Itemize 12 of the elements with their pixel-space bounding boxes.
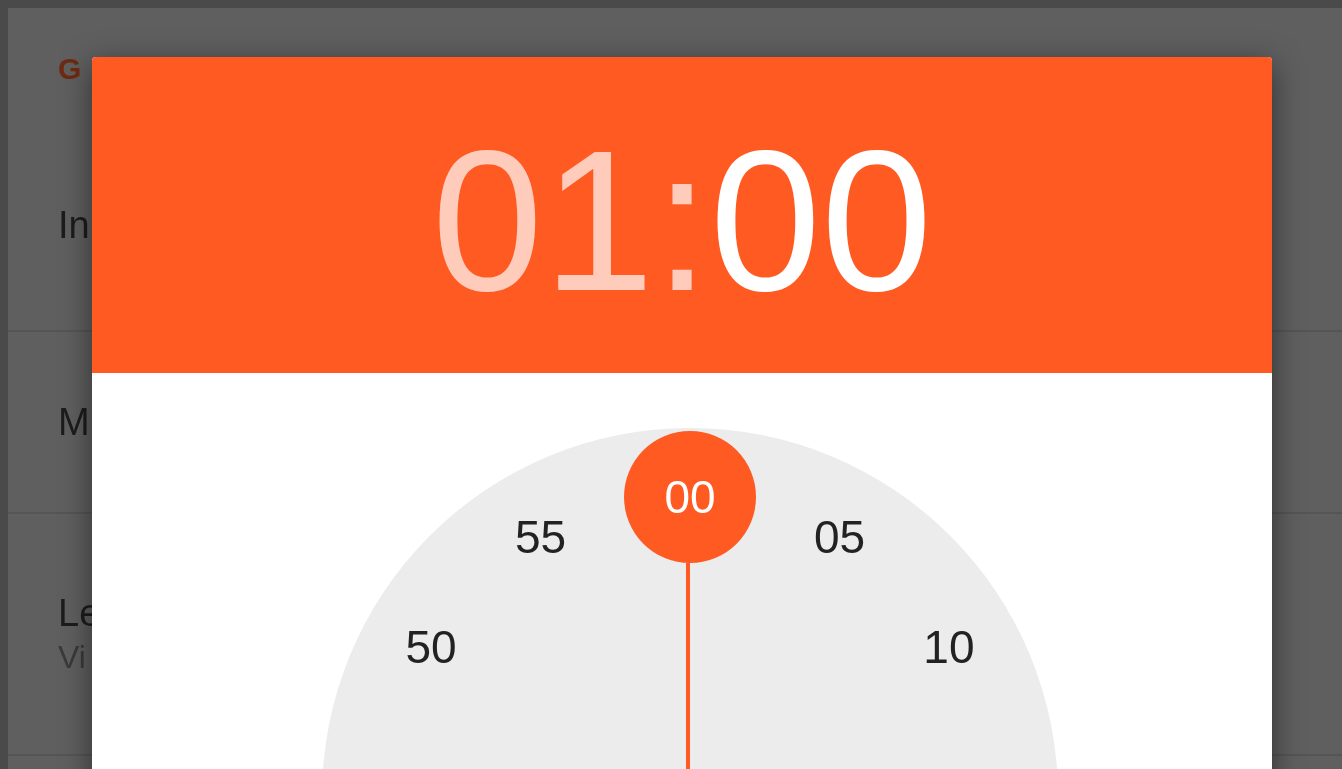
clock-number[interactable]: 50 [405, 619, 457, 674]
hours-display[interactable]: 01 [431, 121, 655, 321]
minutes-display[interactable]: 00 [709, 121, 933, 321]
time-separator: : [654, 121, 710, 321]
section-header: G [58, 52, 82, 86]
clock-number[interactable]: 05 [813, 510, 866, 565]
clock-number[interactable]: 00 [664, 470, 716, 524]
setting-title[interactable]: In [58, 203, 90, 247]
clock-face[interactable]: 50 55 00 05 10 [322, 428, 1058, 769]
clock-number[interactable]: 55 [514, 510, 567, 565]
clock-number[interactable]: 10 [923, 619, 975, 674]
setting-title[interactable]: M [58, 400, 90, 444]
